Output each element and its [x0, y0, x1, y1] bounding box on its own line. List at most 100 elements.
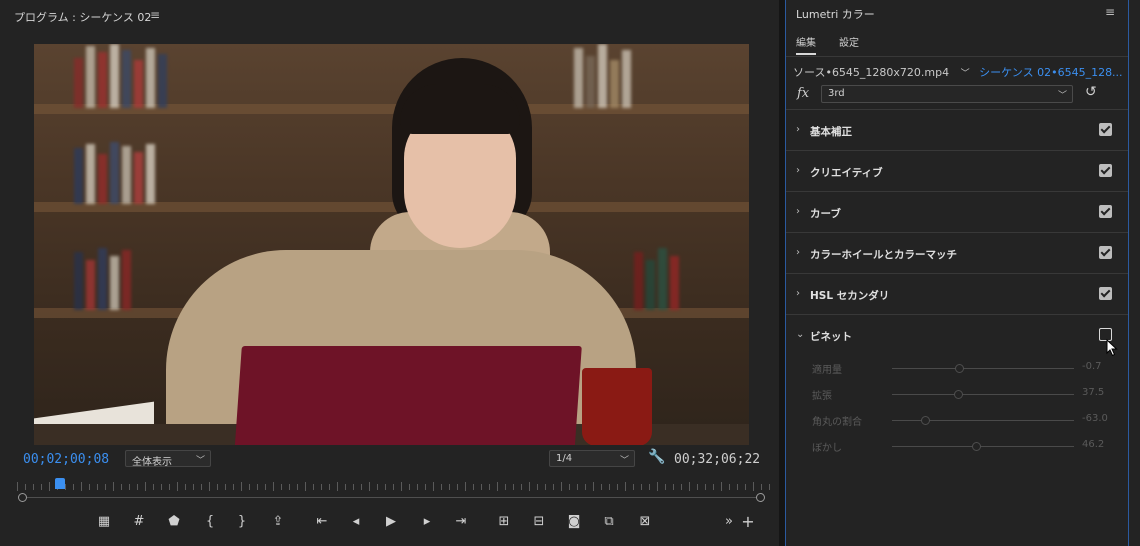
chevron-right-icon[interactable]: › — [796, 165, 800, 176]
chevron-down-icon[interactable]: ⌄ — [796, 329, 804, 340]
panel-title[interactable]: Lumetri カラー — [796, 6, 875, 22]
hamburger-menu-icon[interactable]: ≡ — [1105, 5, 1115, 19]
ruler-tick — [121, 484, 122, 490]
chevron-right-icon[interactable]: › — [796, 288, 800, 299]
slider-value[interactable]: 46.2 — [1082, 439, 1104, 450]
ruler-tick — [601, 484, 602, 490]
slider-track[interactable] — [892, 368, 1074, 369]
tab-settings[interactable]: 設定 — [839, 34, 859, 53]
current-timecode[interactable]: 00;02;00;08 — [23, 452, 109, 467]
section-label: ビネット — [810, 331, 852, 343]
go-to-in-icon[interactable]: ⇤ — [312, 512, 332, 532]
ruler-tick — [441, 484, 442, 490]
chevron-down-icon: ﹀ — [1057, 91, 1067, 101]
section-enable-checkbox[interactable] — [1099, 246, 1112, 259]
slider-track[interactable] — [892, 446, 1074, 447]
section-curves[interactable]: › カーブ — [786, 192, 1128, 233]
slider-knob[interactable] — [920, 416, 930, 425]
zoom-end-handle[interactable] — [756, 493, 765, 502]
wrench-settings-icon[interactable]: 🔧 — [648, 449, 665, 465]
section-enable-checkbox[interactable] — [1099, 123, 1112, 136]
scrub-bar[interactable] — [23, 497, 760, 498]
step-back-icon[interactable]: ◂ — [346, 512, 366, 532]
overwrite-icon[interactable]: ⊟ — [529, 512, 549, 532]
section-color-wheels[interactable]: › カラーホイールとカラーマッチ — [786, 233, 1128, 274]
camera-icon[interactable]: ◙ — [564, 512, 584, 532]
ruler-tick — [49, 482, 50, 491]
ruler-tick — [217, 484, 218, 490]
section-label: HSL セカンダリ — [810, 290, 890, 302]
chevron-right-icon[interactable]: › — [796, 124, 800, 135]
section-label: カラーホイールとカラーマッチ — [810, 249, 957, 261]
time-ruler[interactable] — [17, 482, 770, 494]
duration-timecode: 00;32;06;22 — [674, 452, 761, 467]
section-enable-checkbox[interactable] — [1099, 205, 1112, 218]
playhead-handle[interactable] — [54, 478, 65, 489]
add-button-icon[interactable]: + — [738, 512, 758, 532]
panel-title[interactable]: プログラム : シーケンス 02 — [14, 9, 151, 25]
play-icon[interactable]: ▶ — [381, 512, 401, 532]
hamburger-menu-icon[interactable]: ≡ — [150, 8, 160, 22]
sequence-clip-label[interactable]: シーケンス 02•6545_128... — [979, 66, 1122, 79]
ruler-tick — [265, 484, 266, 490]
go-to-out-icon[interactable]: ⇥ — [451, 512, 471, 532]
tab-edit[interactable]: 編集 — [796, 34, 816, 55]
add-marker-icon[interactable]: ▦ — [94, 512, 114, 532]
ruler-tick — [113, 482, 114, 491]
section-enable-checkbox[interactable] — [1099, 287, 1112, 300]
fx-toggle-icon[interactable]: fx — [797, 86, 809, 101]
lumetri-instance-dropdown[interactable]: 3rd ﹀ — [821, 85, 1073, 103]
slider-value[interactable]: 37.5 — [1082, 387, 1104, 398]
marker-icon[interactable]: ⬟ — [164, 512, 184, 532]
slider-value[interactable]: -63.0 — [1082, 413, 1108, 424]
section-enable-checkbox[interactable] — [1099, 164, 1112, 177]
compare-view-icon[interactable]: ⧉ — [599, 512, 619, 532]
section-basic-correction[interactable]: › 基本補正 — [786, 110, 1128, 151]
source-clip-label[interactable]: ソース•6545_1280x720.mp4 — [793, 66, 949, 79]
mark-in-icon[interactable]: { — [200, 512, 220, 532]
chevron-right-icon[interactable]: › — [796, 247, 800, 258]
insert-icon[interactable]: ⊞ — [494, 512, 514, 532]
vignette-slider-row: 角丸の割合 -63.0 — [786, 411, 1128, 429]
reset-effect-icon[interactable]: ↺ — [1085, 84, 1097, 100]
slider-track[interactable] — [892, 394, 1074, 395]
playback-resolution-dropdown[interactable]: 1/4 ﹀ — [549, 450, 635, 467]
zoom-level-dropdown[interactable]: 全体表示 ﹀ — [125, 450, 211, 468]
ruler-tick — [577, 484, 578, 490]
chevron-down-icon[interactable]: ﹀ — [961, 69, 970, 79]
ruler-tick — [697, 484, 698, 490]
ruler-tick — [225, 484, 226, 490]
slider-track[interactable] — [892, 420, 1074, 421]
slider-knob[interactable] — [953, 390, 963, 399]
slider-value[interactable]: -0.7 — [1082, 361, 1102, 372]
ruler-tick — [649, 484, 650, 490]
step-forward-icon[interactable]: ▸ — [417, 512, 437, 532]
section-creative[interactable]: › クリエイティブ — [786, 151, 1128, 192]
chevron-right-icon[interactable]: › — [796, 206, 800, 217]
mark-in-out-icon[interactable]: # — [129, 512, 149, 532]
resolution-value: 1/4 — [556, 453, 573, 464]
section-hsl-secondary[interactable]: › HSL セカンダリ — [786, 274, 1128, 315]
section-vignette[interactable]: ⌄ ビネット — [786, 315, 1128, 356]
ruler-tick — [25, 484, 26, 490]
slider-knob[interactable] — [955, 364, 965, 373]
ruler-tick — [257, 484, 258, 490]
zoom-start-handle[interactable] — [18, 493, 27, 502]
ruler-tick — [321, 484, 322, 490]
multi-camera-icon[interactable]: ⊠ — [635, 512, 655, 532]
slider-knob[interactable] — [971, 442, 981, 451]
lift-icon[interactable]: ⇪ — [268, 512, 288, 532]
ruler-tick — [105, 484, 106, 490]
ruler-tick — [345, 484, 346, 490]
mark-out-icon[interactable]: } — [232, 512, 252, 532]
zoom-level-value: 全体表示 — [132, 457, 172, 468]
panel-focus-border-right — [1128, 0, 1129, 546]
ruler-tick — [185, 484, 186, 490]
chevron-down-icon: ﹀ — [195, 456, 205, 466]
ruler-tick — [89, 484, 90, 490]
more-icon[interactable]: » — [719, 512, 739, 532]
lumetri-color-panel: Lumetri カラー ≡ 編集 設定 ソース•6545_1280x720.mp… — [785, 0, 1140, 546]
ruler-tick — [569, 484, 570, 490]
vignette-slider-row: 適用量 -0.7 — [786, 359, 1128, 377]
ruler-tick — [361, 484, 362, 490]
